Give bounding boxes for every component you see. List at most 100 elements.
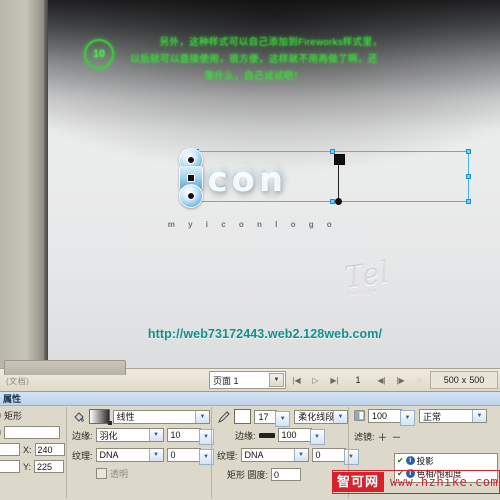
fill-color-swatch[interactable] <box>89 409 112 425</box>
remove-filter-button[interactable]: － <box>392 429 402 444</box>
opacity-icon <box>354 409 365 423</box>
paint-bucket-icon[interactable] <box>72 410 86 424</box>
selection-handle-bottom-right[interactable] <box>466 199 471 204</box>
step-back-button[interactable]: ◀| <box>373 372 390 388</box>
canvas-left-margin <box>0 0 48 368</box>
properties-column-fill: 线性 ▼ 边缘: 羽化 ▼ 10 ▼ 纹理: DNA ▼ 0 ▼ 透明 <box>68 405 214 500</box>
selection-handle-top-right[interactable] <box>466 149 471 154</box>
first-page-button[interactable]: |◀ <box>288 372 305 388</box>
document-tab[interactable] <box>4 360 126 375</box>
list-item[interactable]: ✔ i 投影 <box>395 454 497 467</box>
fill-type-select[interactable]: 线性 ▼ <box>112 409 210 424</box>
y-field[interactable]: 225 <box>34 460 65 473</box>
fill-texture-label: 纹理: <box>72 450 93 461</box>
chevron-down-icon[interactable]: ▼ <box>333 410 347 423</box>
fill-texture-amount-field[interactable]: 0 ▼ <box>166 448 214 465</box>
gradient-control-bottom[interactable] <box>179 184 203 208</box>
step-forward-button[interactable]: |▶ <box>392 372 409 388</box>
fill-edge-amount-field[interactable]: 10 ▼ <box>166 428 214 445</box>
gradient-start-handle[interactable] <box>334 154 345 165</box>
fill-texture-select[interactable]: DNA ▼ <box>95 448 164 462</box>
chevron-down-icon[interactable]: ▼ <box>148 429 163 441</box>
blend-mode-value: 正常 <box>423 411 442 422</box>
fill-edge-value: 羽化 <box>99 430 118 441</box>
height-field[interactable]: 0 <box>0 460 20 473</box>
roundness-field[interactable]: 0 <box>271 468 302 481</box>
gradient-node-icon <box>187 156 195 164</box>
selection-bounding-box[interactable] <box>194 149 471 204</box>
annotation-text: 另外，这种样式可以自己添加到Fireworks样式里， 以后就可以直接使用，很方… <box>84 34 424 85</box>
stop-button[interactable]: ◌ <box>411 372 428 388</box>
gradient-axis-line[interactable] <box>334 154 345 205</box>
pen-icon[interactable] <box>217 410 231 424</box>
object-name-field[interactable] <box>4 426 60 439</box>
stroke-width-value: 17 <box>258 411 269 422</box>
chevron-down-icon[interactable]: ▼ <box>309 429 325 445</box>
stroke-texture-row: 纹理: DNA ▼ 0 ▼ <box>217 448 359 465</box>
object-name-icon <box>0 427 1 438</box>
prev-page-button[interactable]: ▷ <box>307 372 324 388</box>
shape-type-icon <box>0 410 1 421</box>
width-field[interactable]: 0 <box>0 443 20 456</box>
chevron-down-icon[interactable]: ▼ <box>400 410 415 426</box>
canvas-dimensions[interactable]: 500 x 500 <box>430 371 498 389</box>
check-icon[interactable]: ✔ <box>397 456 404 465</box>
selection-handle-middle-right[interactable] <box>466 173 471 179</box>
chevron-down-icon[interactable]: ▼ <box>293 449 308 461</box>
transparent-checkbox[interactable] <box>96 468 107 479</box>
watermark-badge: 智可网 <box>332 472 385 492</box>
stroke-edge-row: 边缘: 100 ▼ <box>235 428 348 445</box>
x-label: X: <box>23 444 32 455</box>
logo-sub-caption: m y i c o n l o g o <box>167 220 338 229</box>
blend-mode-select[interactable]: 正常 ▼ <box>419 409 487 423</box>
chevron-down-icon[interactable]: ▼ <box>275 410 291 427</box>
filters-actions: ＋ － <box>378 429 402 444</box>
watermark-site: www.hzhike.com <box>390 475 499 489</box>
chevron-down-icon[interactable]: ▼ <box>269 373 284 387</box>
properties-panel-title: 属性 <box>0 392 500 406</box>
stroke-texture-label: 纹理: <box>217 450 238 461</box>
fill-texture-value: DNA <box>99 450 119 460</box>
annotation-line-2: 以后就可以直接使用，很方便，这样就不用再做了啊，还 <box>130 54 378 65</box>
dimension-separator: x <box>461 375 467 385</box>
status-bar-controls: 页面 1 ▼ |◀ ▷ ▶| 1 ◀| |▶ ◌ 500 x 500 <box>209 371 498 389</box>
y-label: Y: <box>23 461 32 472</box>
x-field[interactable]: 240 <box>34 443 65 456</box>
shape-type-label: 矩形 <box>4 411 23 421</box>
site-watermark: 智可网 www.hzhike.com <box>332 470 498 494</box>
fill-transparent-row: 透明 <box>96 467 210 480</box>
canvas-height-value: 500 <box>469 375 485 385</box>
chevron-down-icon[interactable]: ▼ <box>148 449 163 461</box>
stroke-color-swatch[interactable] <box>234 409 252 424</box>
column-divider-1 <box>66 407 67 498</box>
stroke-width-field[interactable]: 17 ▼ <box>254 409 291 427</box>
opacity-field[interactable]: 100 ▼ <box>368 409 415 426</box>
canvas-url-text: http://web73172443.web2.128web.com/ <box>147 327 383 341</box>
info-icon[interactable]: i <box>405 456 415 465</box>
stroke-edge-amount-field[interactable]: 100 ▼ <box>277 428 325 445</box>
fill-type-value: 线性 <box>116 412 135 422</box>
selection-handle-bottom-center[interactable] <box>329 199 335 204</box>
current-page-number[interactable]: 1 <box>345 372 371 388</box>
last-page-button[interactable]: ▶| <box>326 372 343 388</box>
app-root: 1 0 另外，这种样式可以自己添加到Fireworks样式里， 以后就可以直接使用… <box>0 0 500 500</box>
fill-type-row: 线性 ▼ <box>72 409 210 425</box>
shape-type-row: 矩形 <box>0 409 68 422</box>
gradient-node-icon <box>187 192 195 200</box>
fill-edge-row: 边缘: 羽化 ▼ 10 ▼ <box>72 428 214 445</box>
document-label: (文档) <box>6 377 30 386</box>
stroke-texture-select[interactable]: DNA ▼ <box>240 448 309 462</box>
height-y-row: 0 Y: 225 <box>0 460 68 473</box>
fill-edge-select[interactable]: 羽化 ▼ <box>95 428 164 442</box>
stroke-style-select[interactable]: 柔化线段 ▼ <box>294 409 348 424</box>
stroke-texture-amount-field[interactable]: 0 ▼ <box>311 448 359 465</box>
stroke-edge-preview-icon[interactable] <box>258 432 275 438</box>
stroke-edge-label: 边缘: <box>235 430 256 441</box>
add-filter-button[interactable]: ＋ <box>378 429 388 444</box>
chevron-down-icon[interactable]: ▼ <box>195 410 209 423</box>
page-select[interactable]: 页面 1 ▼ <box>209 371 286 389</box>
chevron-down-icon[interactable]: ▼ <box>472 410 486 422</box>
page-select-value: 页面 1 <box>213 375 239 386</box>
gradient-end-handle[interactable] <box>335 198 342 205</box>
annotation-line-3: 等什么，自己试试吧！ <box>204 71 304 82</box>
